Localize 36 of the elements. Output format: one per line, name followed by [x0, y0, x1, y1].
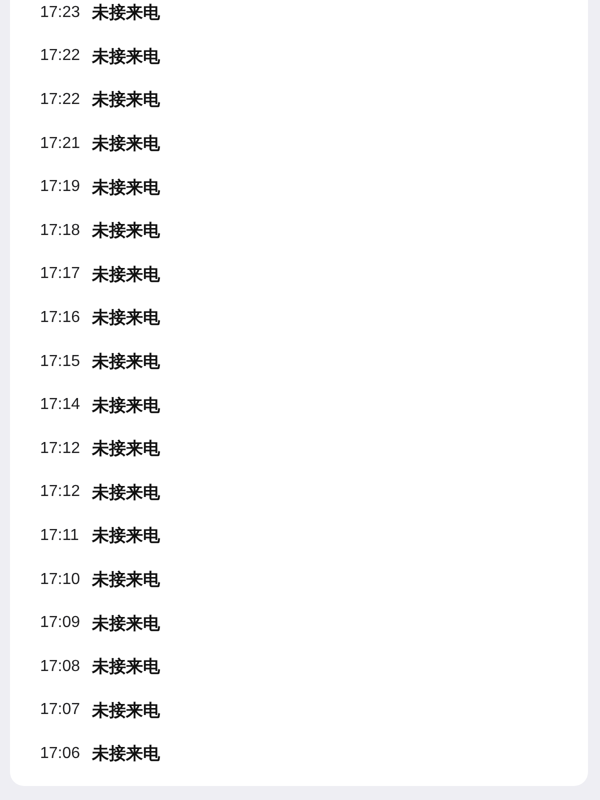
- call-status: 未接来电: [92, 612, 160, 635]
- call-time: 17:19: [40, 178, 80, 196]
- call-time: 17:12: [40, 483, 80, 502]
- call-time: 17:07: [40, 701, 80, 720]
- call-time: 17:08: [40, 658, 80, 676]
- call-status: 未接来电: [92, 351, 160, 374]
- call-status: 未接来电: [92, 743, 160, 766]
- call-status: 未接来电: [92, 176, 160, 199]
- call-status: 未接来电: [92, 525, 160, 548]
- call-time: 17:06: [40, 744, 80, 763]
- call-time: 17:22: [40, 47, 80, 66]
- call-time: 17:17: [40, 265, 80, 284]
- call-time: 17:09: [40, 614, 80, 632]
- call-status: 未接来电: [92, 438, 160, 460]
- call-time: 17:21: [40, 134, 80, 153]
- call-status: 未接来电: [92, 569, 160, 592]
- call-status: 未接来电: [92, 482, 160, 504]
- call-time: 17:12: [40, 440, 80, 458]
- call-time: 17:11: [40, 526, 80, 545]
- call-time: 17:15: [40, 352, 80, 371]
- call-status: 未接来电: [92, 700, 160, 722]
- call-status: 未接来电: [92, 46, 160, 68]
- call-time: 17:10: [40, 570, 80, 589]
- call-status: 未接来电: [92, 220, 160, 242]
- call-time: 17:18: [40, 222, 80, 240]
- call-time: 17:14: [40, 396, 80, 414]
- call-status: 未接来电: [92, 133, 160, 156]
- call-time: 17:22: [40, 90, 80, 109]
- call-status: 未接来电: [92, 89, 160, 112]
- call-status: 未接来电: [92, 264, 160, 286]
- call-status: 未接来电: [92, 2, 160, 24]
- call-time: 17:16: [40, 308, 80, 327]
- call-status: 未接来电: [92, 656, 160, 678]
- call-time: 17:23: [40, 4, 80, 22]
- call-status: 未接来电: [92, 307, 160, 330]
- call-status: 未接来电: [92, 394, 160, 417]
